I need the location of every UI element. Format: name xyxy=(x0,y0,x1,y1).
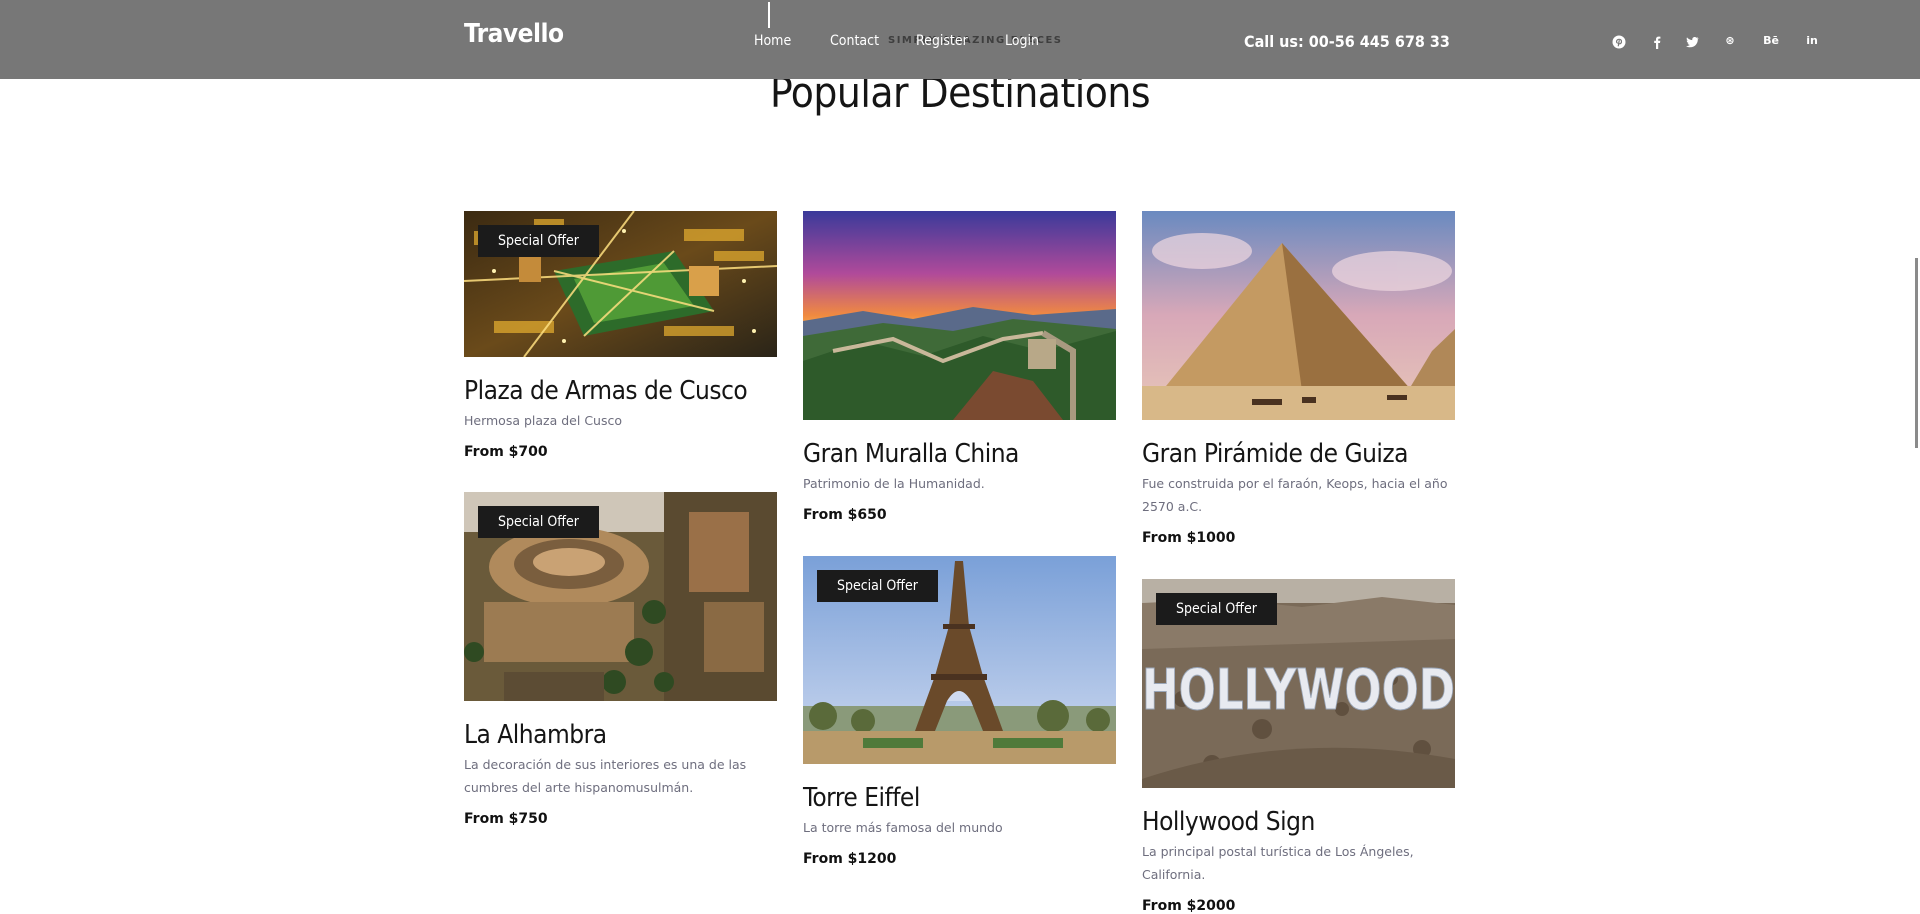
destination-card[interactable]: Special Offer Torre Eiffel La torre más … xyxy=(803,556,1116,867)
destination-card[interactable]: Gran Pirámide de Guiza Fue construida po… xyxy=(1142,211,1455,546)
destination-price: From $2000 xyxy=(1142,898,1236,914)
destination-description: Hermosa plaza del Cusco xyxy=(464,413,622,428)
destination-description: La decoración de sus interiores es una d… xyxy=(464,757,747,795)
top-navbar: Travello SIMPLY AMAZING PLACES Home Cont… xyxy=(0,0,1920,79)
special-offer-badge: Special Offer xyxy=(817,570,938,602)
destination-image[interactable]: Special Offer xyxy=(803,556,1116,764)
destination-card[interactable]: Gran Muralla China Patrimonio de la Huma… xyxy=(803,211,1116,523)
destination-description: Patrimonio de la Humanidad. xyxy=(803,476,985,491)
behance-icon[interactable]: Bē xyxy=(1762,34,1780,47)
destination-name[interactable]: Plaza de Armas de Cusco xyxy=(464,375,777,407)
linkedin-icon[interactable]: in xyxy=(1803,34,1821,47)
destination-card[interactable]: HOLLYWOOD Special Offer Hollywood Sign L… xyxy=(1142,579,1455,914)
social-links: ⊛ Bē in xyxy=(0,34,1920,50)
special-offer-badge: Special Offer xyxy=(478,506,599,538)
destination-image[interactable]: Special Offer xyxy=(464,211,777,357)
destination-description: La torre más famosa del mundo xyxy=(803,820,1003,835)
facebook-icon[interactable] xyxy=(1650,35,1664,49)
destination-name[interactable]: Hollywood Sign xyxy=(1142,806,1455,838)
destination-image[interactable]: HOLLYWOOD Special Offer xyxy=(1142,579,1455,788)
page-scrollbar[interactable] xyxy=(1915,258,1918,448)
destination-price: From $1000 xyxy=(1142,530,1236,546)
hollywood-sign-text: HOLLYWOOD xyxy=(1142,658,1455,723)
destination-price: From $700 xyxy=(464,444,548,460)
active-nav-indicator xyxy=(768,2,770,28)
destination-card[interactable]: Special Offer Plaza de Armas de Cusco He… xyxy=(464,211,777,460)
destination-name[interactable]: La Alhambra xyxy=(464,719,777,751)
pinterest-icon[interactable] xyxy=(1612,35,1626,49)
destination-image[interactable]: Special Offer xyxy=(464,492,777,701)
destination-card[interactable]: Special Offer La Alhambra La decoración … xyxy=(464,492,777,827)
destination-price: From $1200 xyxy=(803,851,897,867)
destination-price: From $750 xyxy=(464,811,548,827)
destination-description: La principal postal turística de Los Áng… xyxy=(1142,844,1414,882)
destination-image[interactable] xyxy=(1142,211,1455,420)
dribbble-icon[interactable]: ⊛ xyxy=(1721,34,1739,47)
destination-name[interactable]: Gran Muralla China xyxy=(803,438,1116,470)
destination-price: From $650 xyxy=(803,507,887,523)
destination-image[interactable] xyxy=(803,211,1116,420)
special-offer-badge: Special Offer xyxy=(1156,593,1277,625)
twitter-icon[interactable] xyxy=(1685,35,1699,49)
destination-name[interactable]: Gran Pirámide de Guiza xyxy=(1142,438,1455,470)
destination-description: Fue construida por el faraón, Keops, hac… xyxy=(1142,476,1448,514)
destination-name[interactable]: Torre Eiffel xyxy=(803,782,1116,814)
special-offer-badge: Special Offer xyxy=(478,225,599,257)
